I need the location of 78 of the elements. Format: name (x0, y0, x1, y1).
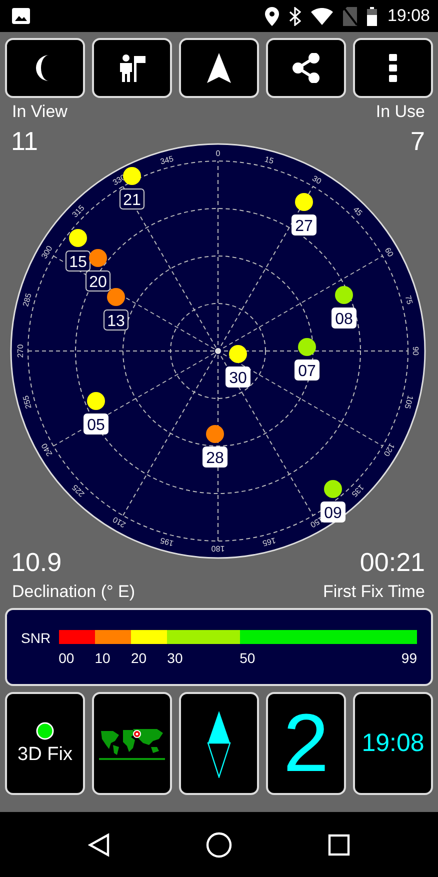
compass-tile[interactable] (179, 692, 259, 795)
in-view-value: 11 (11, 126, 38, 157)
bluetooth-icon (289, 6, 302, 26)
in-use-label: In Use (376, 102, 425, 122)
azimuth-label: 105 (402, 394, 415, 410)
satellite-label: 08 (332, 308, 356, 328)
declination-label: Declination (° E) (12, 582, 136, 602)
status-time: 19:08 (387, 6, 430, 26)
azimuth-label: 285 (21, 292, 34, 308)
clock-tile[interactable]: 19:08 (353, 692, 433, 795)
azimuth-label: 195 (159, 536, 174, 548)
back-icon[interactable] (88, 832, 110, 856)
azimuth-label: 345 (159, 154, 174, 166)
azimuth-label: 165 (262, 536, 277, 548)
first-fix-label: First Fix Time (323, 582, 425, 602)
in-use-value: 7 (410, 126, 425, 157)
azimuth-label: 75 (403, 294, 414, 306)
azimuth-label: 135 (350, 482, 366, 499)
azimuth-label: 180 (211, 544, 225, 553)
snr-scale-label: 30 (167, 650, 183, 666)
satellite-label: 21 (120, 188, 144, 210)
satellite-label: 13 (104, 310, 128, 330)
satellite-label: 28 (202, 446, 228, 468)
snr-scale-label: 10 (94, 650, 110, 666)
satellite-label: 15 (66, 250, 90, 272)
center-dot (215, 348, 221, 354)
snr-scale-label: 50 (240, 650, 256, 666)
satellite-label: 27 (292, 214, 316, 236)
satellite-label: 07 (294, 360, 320, 380)
snr-scale-label: 20 (130, 650, 147, 666)
toolbar-button[interactable] (179, 38, 259, 98)
toolbar-button[interactable] (92, 38, 172, 98)
azimuth-label: 150 (308, 514, 325, 530)
in-view-label: In View (12, 102, 68, 122)
battery-icon (367, 6, 378, 26)
azimuth-label: 120 (382, 442, 396, 458)
azimuth-label: 270 (16, 344, 25, 358)
more-icon (389, 54, 397, 82)
fix-tile[interactable]: 3D Fix (5, 692, 85, 795)
satellite-label: 20 (86, 270, 110, 292)
azimuth-label: 15 (264, 154, 275, 166)
image-icon (12, 8, 30, 24)
fix-label: 3D Fix (18, 744, 72, 766)
map-tile[interactable] (92, 692, 172, 795)
toolbar-button[interactable] (353, 38, 433, 98)
azimuth-label: 225 (70, 482, 86, 499)
snr-scale-label: 00 (58, 650, 74, 666)
azimuth-label: 60 (382, 246, 396, 258)
satellite-label: 05 (84, 414, 108, 434)
azimuth-label: 315 (70, 203, 86, 220)
declination-value: 10.9 (11, 547, 62, 578)
person-flag-icon (117, 53, 147, 83)
azimuth-label: 300 (40, 244, 54, 260)
azimuth-label: 0 (216, 149, 220, 158)
first-fix-value: 00:21 (360, 547, 425, 578)
clock-value: 19:08 (362, 729, 424, 758)
snr-scale-label: 99 (401, 650, 417, 666)
wifi-icon (311, 8, 334, 24)
toolbar-button[interactable] (5, 38, 85, 98)
no-sim-icon (343, 6, 358, 26)
toolbar-button[interactable] (266, 38, 346, 98)
azimuth-label: 240 (40, 442, 54, 458)
home-icon[interactable] (206, 832, 232, 858)
compass-needle-icon (207, 710, 231, 778)
azimuth-label: 30 (310, 174, 323, 186)
world-map-icon (99, 726, 165, 760)
satellite-label: 30 (226, 366, 250, 388)
navigation-arrow-icon (207, 53, 231, 83)
location-icon (265, 6, 280, 26)
azimuth-label: 255 (21, 394, 34, 410)
share-icon (292, 53, 320, 83)
snr-title: SNR (21, 630, 51, 646)
count-value: 2 (283, 702, 329, 784)
azimuth-label: 210 (111, 514, 128, 530)
recents-icon[interactable] (328, 834, 350, 856)
azimuth-label: 45 (351, 205, 364, 218)
count-tile[interactable]: 2 (266, 692, 346, 795)
azimuth-label: 90 (411, 346, 420, 356)
